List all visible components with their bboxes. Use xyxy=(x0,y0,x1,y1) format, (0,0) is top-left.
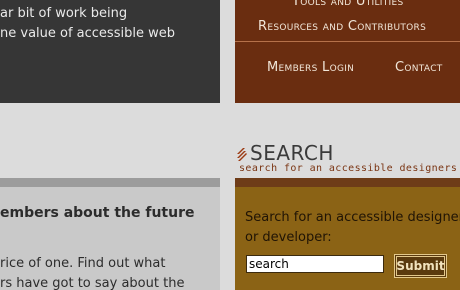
nav-divider xyxy=(235,41,460,42)
search-input[interactable] xyxy=(246,255,384,273)
nav-link-members-login[interactable]: Members Login xyxy=(267,60,354,75)
search-label-line-1: Search for an accessible designer xyxy=(245,210,460,225)
members-heading: embers about the future xyxy=(0,205,195,221)
intro-text-line-2: ne value of accessible web xyxy=(0,26,175,41)
nav-link-resources[interactable]: Resources and Contributors xyxy=(258,19,426,34)
submit-button[interactable]: Submit xyxy=(394,254,447,278)
intro-panel: ar bit of work being ne value of accessi… xyxy=(0,0,220,103)
search-panel-header-bar xyxy=(235,178,460,187)
members-panel-header-bar xyxy=(0,178,220,187)
search-label-line-2: or developer: xyxy=(245,230,332,245)
members-panel: embers about the future rice of one. Fin… xyxy=(0,187,220,290)
nav-link-tools[interactable]: Tools and Utilities xyxy=(292,0,404,9)
nav-link-contact[interactable]: Contact xyxy=(395,60,443,75)
members-text-line-2: rs have got to say about the xyxy=(0,276,185,290)
search-panel: Search for an accessible designer or dev… xyxy=(235,187,460,290)
site-nav-panel: Tools and Utilities Resources and Contri… xyxy=(235,0,460,103)
search-title: SEARCH xyxy=(250,141,334,165)
search-subtitle: search for an accessible designers xyxy=(239,163,458,174)
intro-text-line-1: ar bit of work being xyxy=(0,6,128,21)
members-text-line-1: rice of one. Find out what xyxy=(0,256,166,271)
search-logo-icon xyxy=(237,148,247,161)
